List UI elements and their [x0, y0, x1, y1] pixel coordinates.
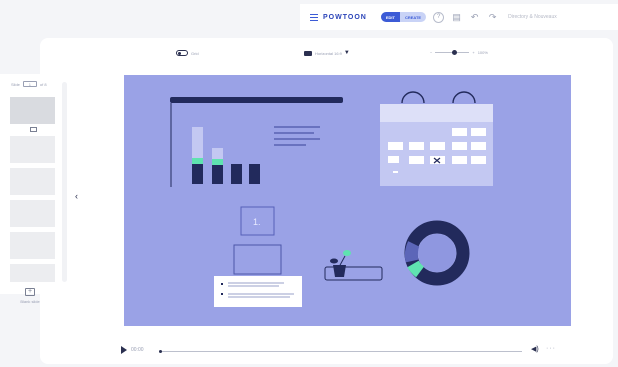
help-icon[interactable]: ?: [433, 11, 445, 23]
zoom-level: 100%: [477, 50, 488, 55]
slide-thumbnail[interactable]: [10, 97, 55, 124]
add-slide-button[interactable]: + Blank slide: [20, 288, 40, 304]
bar-chart-bar: [192, 164, 203, 184]
title-input[interactable]: Directory & Nouveaux: [508, 14, 557, 20]
monitor-outline: [233, 244, 282, 275]
timeline-scrubber[interactable]: [159, 350, 522, 353]
playback-time: 00:00: [131, 347, 144, 353]
menu-icon[interactable]: [310, 13, 318, 21]
bar-chart-bar: [212, 165, 223, 184]
notes-icon[interactable]: ▤: [451, 12, 462, 23]
grid-label: Grid: [191, 50, 199, 56]
slide-canvas[interactable]: 1.: [124, 75, 571, 326]
board-top-bar: [170, 97, 343, 103]
timeline-handle[interactable]: [159, 350, 162, 353]
add-slide-label: Blank slide: [20, 299, 40, 304]
slide-total: of 8: [39, 81, 47, 87]
mode-switch[interactable]: EDIT CREATE: [380, 12, 427, 22]
calendar-illustration: [380, 91, 493, 186]
slide-counter: Slide 1 of 8: [11, 81, 47, 87]
bar-chart-accent: [212, 159, 223, 165]
note-card: [214, 276, 302, 307]
slide-thumbnail[interactable]: [10, 200, 55, 227]
donut-chart-illustration: [404, 220, 470, 286]
slide-thumbnail[interactable]: [10, 136, 55, 163]
plus-icon[interactable]: +: [25, 288, 35, 296]
number-box-label: 1.: [253, 217, 261, 227]
more-options-icon[interactable]: ···: [546, 345, 556, 352]
slide-thumbnail[interactable]: [10, 168, 55, 195]
bar-chart-bar: [249, 164, 260, 184]
bar-chart-accent: [192, 158, 203, 164]
aspect-ratio-select[interactable]: Horizontal 16:9 ▼: [304, 50, 350, 56]
undo-icon[interactable]: ↶: [469, 12, 480, 23]
app-logo: POWTOON: [323, 13, 367, 21]
slide-strip-scrollbar[interactable]: [62, 82, 67, 282]
zoom-out-icon[interactable]: −: [430, 50, 432, 55]
create-mode-button[interactable]: CREATE: [399, 12, 427, 22]
top-bar: POWTOON EDIT CREATE ? ▤ ↶ ↷ Directory & …: [300, 4, 618, 30]
edit-mode-button[interactable]: EDIT: [380, 12, 400, 22]
aspect-ratio-label: Horizontal 16:9: [315, 50, 342, 56]
volume-icon[interactable]: ◀): [531, 345, 539, 353]
grid-toggle[interactable]: Grid: [176, 50, 199, 56]
redo-icon[interactable]: ↷: [487, 12, 498, 23]
toggle-icon[interactable]: [176, 50, 188, 56]
slide-thumbnail[interactable]: [10, 232, 55, 259]
zoom-control[interactable]: − + 100%: [430, 50, 488, 55]
bar-chart-bar: [212, 148, 223, 160]
bar-chart-bar: [231, 164, 242, 184]
slide-thumbnail[interactable]: [10, 264, 55, 282]
play-icon[interactable]: [121, 346, 127, 354]
zoom-in-icon[interactable]: +: [472, 50, 474, 55]
aspect-ratio-icon: [304, 50, 312, 56]
plant-illustration: [324, 250, 383, 281]
slide-number-input[interactable]: 1: [22, 81, 37, 87]
zoom-slider[interactable]: [435, 50, 470, 55]
slide-illustration: 1.: [170, 91, 493, 307]
collapse-panel-arrow-icon[interactable]: ‹: [75, 191, 78, 201]
duplicate-icon[interactable]: [30, 127, 37, 132]
chevron-down-icon[interactable]: ▼: [344, 50, 350, 56]
slide-counter-prefix: Slide: [11, 81, 20, 87]
editor-toolbar: Grid Horizontal 16:9 ▼ − + 100%: [40, 38, 613, 72]
zoom-slider-handle[interactable]: [452, 50, 458, 55]
